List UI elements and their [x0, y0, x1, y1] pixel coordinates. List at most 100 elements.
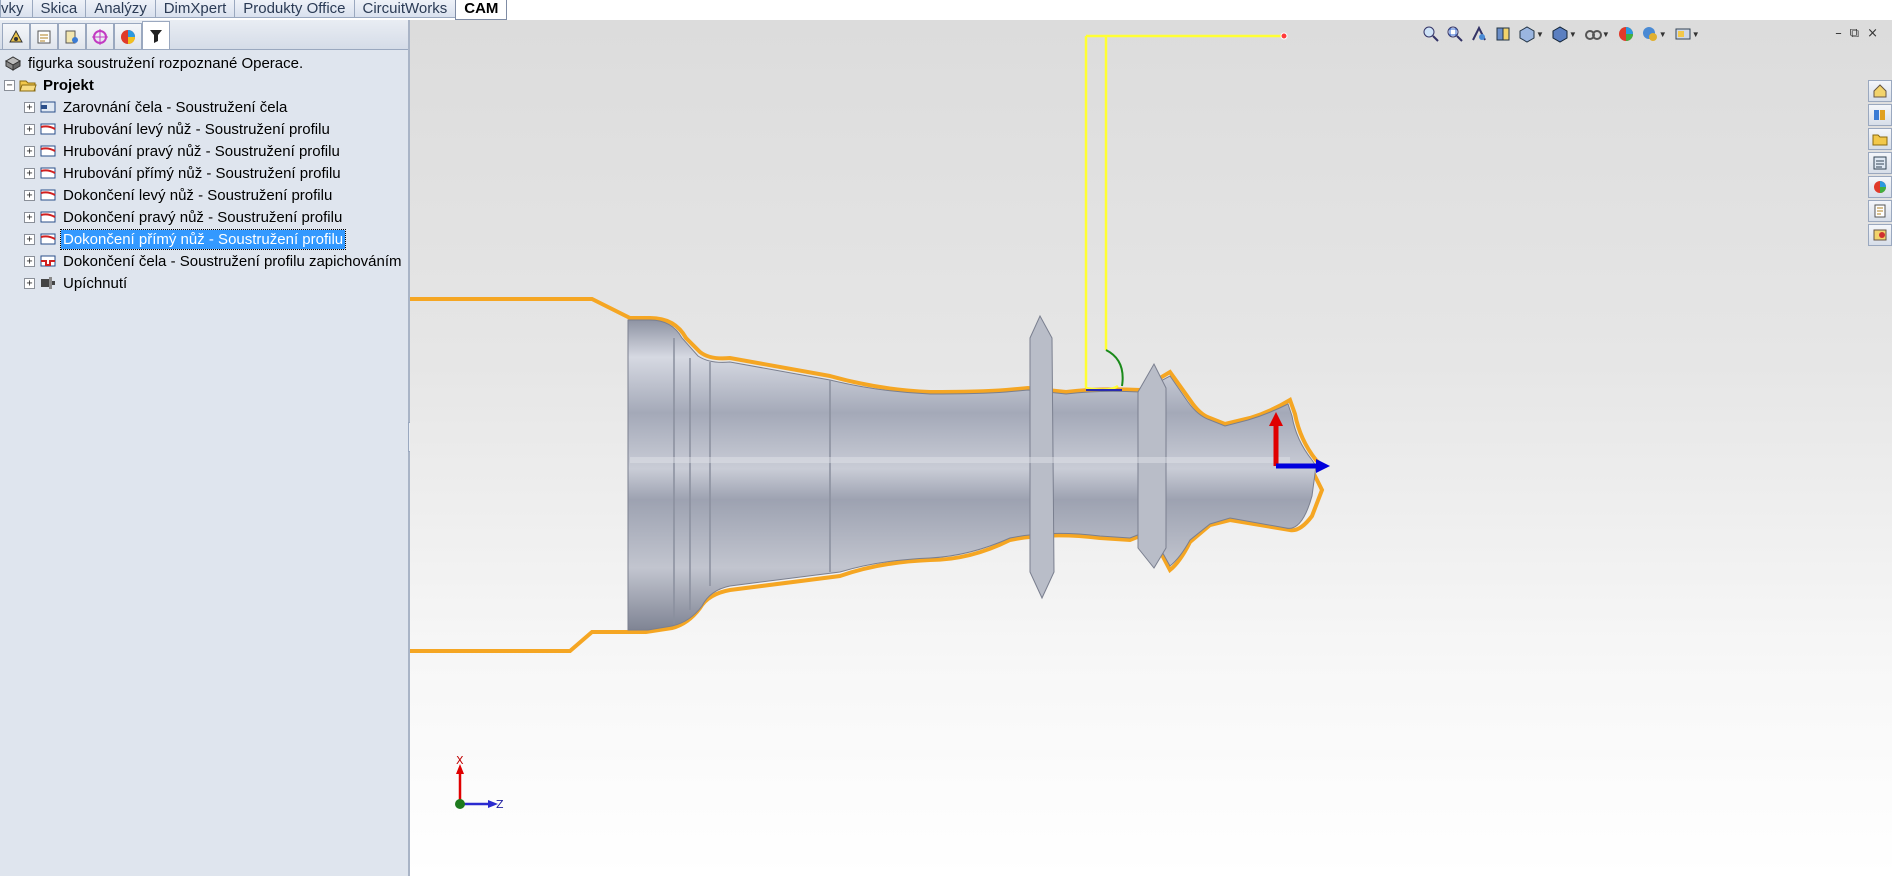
profile-turn-icon — [39, 209, 57, 225]
operation-label: Upíchnutí — [63, 274, 128, 292]
design-library-tab[interactable] — [1868, 104, 1892, 126]
toolpath-finish-move — [1105, 349, 1124, 387]
dimxpert-manager-tab[interactable] — [86, 23, 114, 49]
chevron-down-icon[interactable]: ▼ — [1659, 30, 1667, 39]
display-manager-tab[interactable] — [114, 23, 142, 49]
graphics-area[interactable]: X Z ▼ ▼ ▼ ▼ ▼ – ⧉ × — [410, 20, 1892, 876]
configuration-manager-icon — [65, 30, 78, 43]
tab-sketch[interactable]: Skica — [31, 0, 87, 18]
previous-view-button[interactable] — [1468, 23, 1490, 45]
operation-label: Dokončení levý nůž - Soustružení profilu — [63, 186, 333, 204]
chevron-down-icon[interactable]: ▼ — [1569, 30, 1577, 39]
collapse-toggle[interactable]: − — [4, 79, 15, 91]
cam-library-tab[interactable] — [1868, 224, 1892, 246]
operation-label: Dokončení přímý nůž - Soustružení profil… — [59, 228, 347, 250]
expand-toggle[interactable]: + — [24, 123, 35, 135]
tree-item-row[interactable]: + Dokončení pravý nůž - Soustružení prof… — [0, 206, 408, 228]
section-view-icon — [1496, 27, 1510, 41]
appearances-icon — [1874, 181, 1886, 193]
tree-header-label: figurka soustružení rozpoznané Operace. — [28, 54, 304, 72]
tree-header-row[interactable]: figurka soustružení rozpoznané Operace. — [0, 52, 408, 74]
operation-label: Hrubování přímý nůž - Soustružení profil… — [63, 164, 341, 182]
command-manager-tabs: vky Skica Analýzy DimXpert Produkty Offi… — [0, 0, 508, 20]
view-orientation-button[interactable] — [1516, 23, 1538, 45]
resources-tab[interactable] — [1868, 80, 1892, 102]
toolpath-start-point — [1280, 32, 1288, 40]
document-window-controls: – ⧉ × — [1835, 26, 1878, 41]
tree-item-row[interactable]: + Hrubování přímý nůž - Soustružení prof… — [0, 162, 408, 184]
dimxpert-manager-icon — [92, 28, 108, 45]
close-button[interactable]: × — [1867, 26, 1878, 41]
operation-label: Zarovnání čela - Soustružení čela — [63, 98, 288, 116]
tab-dimxpert[interactable]: DimXpert — [154, 0, 236, 18]
view-settings-button[interactable] — [1672, 23, 1694, 45]
expand-toggle[interactable]: + — [24, 101, 35, 113]
tree-item-row[interactable]: + Zarovnání čela - Soustružení čela — [0, 96, 408, 118]
view-orientation-icon — [1519, 26, 1535, 43]
expand-toggle[interactable]: + — [24, 211, 35, 223]
display-style-button[interactable] — [1549, 23, 1571, 45]
tab-circuitworks[interactable]: CircuitWorks — [353, 0, 457, 18]
hide-show-items-button[interactable] — [1582, 23, 1604, 45]
face-turn-icon — [39, 99, 57, 115]
apply-scene-icon — [1642, 27, 1657, 41]
cam-operation-tree-icon — [150, 29, 162, 43]
expand-toggle[interactable]: + — [24, 167, 35, 179]
triad-x-label: X — [456, 754, 464, 767]
tree-root-row[interactable]: − Projekt — [0, 74, 408, 96]
resources-icon — [1873, 84, 1887, 98]
zoom-to-area-button[interactable] — [1444, 23, 1466, 45]
appearances-tab[interactable] — [1868, 176, 1892, 198]
restore-button[interactable]: ⧉ — [1850, 26, 1859, 41]
tree-item-row[interactable]: + Upíchnutí — [0, 272, 408, 294]
chevron-down-icon[interactable]: ▼ — [1602, 30, 1610, 39]
cam-operation-tree-panel: figurka soustružení rozpoznané Operace. … — [0, 20, 410, 876]
design-library-icon — [1874, 110, 1885, 120]
custom-properties-tab[interactable] — [1868, 200, 1892, 222]
tree-item-row-selected[interactable]: + Dokončení přímý nůž - Soustružení prof… — [0, 228, 408, 250]
tab-office-products[interactable]: Produkty Office — [234, 0, 355, 18]
display-style-icon — [1552, 26, 1568, 43]
toolpath — [1084, 34, 1284, 391]
operation-tree: figurka soustružení rozpoznané Operace. … — [0, 50, 408, 294]
expand-toggle[interactable]: + — [24, 255, 35, 267]
tab-analysis[interactable]: Analýzy — [85, 0, 156, 18]
expand-toggle[interactable]: + — [24, 277, 35, 289]
file-explorer-icon — [1872, 134, 1888, 146]
cam-operation-tree-tab[interactable] — [142, 21, 170, 49]
profile-turn-icon — [39, 121, 57, 137]
view-triad — [455, 764, 498, 809]
part-icon — [4, 55, 22, 71]
apply-scene-button[interactable] — [1639, 23, 1661, 45]
property-manager-icon — [37, 30, 51, 43]
tree-item-row[interactable]: + Hrubování levý nůž - Soustružení profi… — [0, 118, 408, 140]
cutoff-icon — [39, 275, 57, 291]
operation-label: Hrubování levý nůž - Soustružení profilu — [63, 120, 330, 138]
tree-item-row[interactable]: + Dokončení čela - Soustružení profilu z… — [0, 250, 408, 272]
edit-appearance-button[interactable] — [1615, 23, 1637, 45]
profile-turn-icon — [39, 187, 57, 203]
tab-features[interactable]: vky — [0, 0, 33, 18]
heads-up-view-toolbar: ▼ ▼ ▼ ▼ ▼ — [1420, 22, 1703, 46]
expand-toggle[interactable]: + — [24, 145, 35, 157]
tree-item-row[interactable]: + Dokončení levý nůž - Soustružení profi… — [0, 184, 408, 206]
property-manager-tab[interactable] — [30, 23, 58, 49]
feature-manager-tab[interactable] — [2, 23, 30, 49]
operation-label: Dokončení pravý nůž - Soustružení profil… — [63, 208, 343, 226]
tree-item-row[interactable]: + Hrubování pravý nůž - Soustružení prof… — [0, 140, 408, 162]
zoom-to-fit-button[interactable] — [1420, 23, 1442, 45]
chevron-down-icon[interactable]: ▼ — [1692, 30, 1700, 39]
minimize-button[interactable]: – — [1835, 26, 1842, 41]
configuration-manager-tab[interactable] — [58, 23, 86, 49]
file-explorer-tab[interactable] — [1868, 128, 1892, 150]
groove-turn-icon — [39, 253, 57, 269]
expand-toggle[interactable]: + — [24, 189, 35, 201]
profile-turn-icon — [39, 165, 57, 181]
expand-toggle[interactable]: + — [24, 233, 35, 245]
chevron-down-icon[interactable]: ▼ — [1536, 30, 1544, 39]
section-view-button[interactable] — [1492, 23, 1514, 45]
view-palette-tab[interactable] — [1868, 152, 1892, 174]
operation-label: Hrubování pravý nůž - Soustružení profil… — [63, 142, 340, 160]
view-palette-icon — [1873, 156, 1887, 170]
tab-cam[interactable]: CAM — [455, 0, 508, 20]
